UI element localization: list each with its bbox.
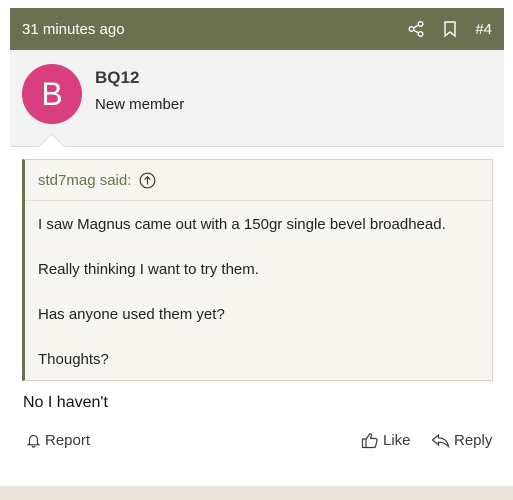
- report-label: Report: [45, 432, 91, 449]
- like-label: Like: [383, 432, 411, 449]
- avatar[interactable]: B: [22, 64, 82, 124]
- reply-arrow-icon: [431, 433, 450, 448]
- bookmark-icon[interactable]: [439, 18, 461, 40]
- reply-button[interactable]: Reply: [431, 432, 492, 449]
- user-info: B BQ12 New member: [10, 50, 504, 160]
- message-pointer: [38, 133, 65, 160]
- share-icon[interactable]: [405, 18, 427, 40]
- quote-body: I saw Magnus came out with a 150gr singl…: [25, 201, 492, 370]
- user-title: New member: [95, 96, 185, 113]
- username[interactable]: BQ12: [95, 68, 139, 88]
- quote-block: std7mag said: I saw Magnus came out with…: [22, 159, 493, 381]
- quote-line: I saw Magnus came out with a 150gr singl…: [38, 216, 446, 233]
- post-message: No I haven't: [23, 394, 108, 411]
- quote-line: Really thinking I want to try them.: [38, 261, 259, 278]
- post-number[interactable]: #4: [475, 21, 492, 38]
- page-background-band: [0, 486, 513, 500]
- like-button[interactable]: Like: [361, 432, 411, 449]
- quote-line: Thoughts?: [38, 351, 109, 368]
- arrow-up-circle-icon[interactable]: [139, 172, 156, 189]
- post-timestamp[interactable]: 31 minutes ago: [22, 21, 393, 38]
- thumbs-up-icon: [361, 433, 378, 449]
- report-button[interactable]: Report: [26, 432, 90, 449]
- quote-line: Has anyone used them yet?: [38, 306, 225, 323]
- quote-header: std7mag said:: [25, 160, 492, 201]
- forum-post: 31 minutes ago #4 B BQ12 New member std7…: [10, 8, 504, 484]
- bell-icon: [26, 434, 41, 448]
- post-header: 31 minutes ago #4: [10, 8, 504, 50]
- reply-label: Reply: [454, 432, 493, 449]
- quote-author[interactable]: std7mag said:: [38, 172, 131, 189]
